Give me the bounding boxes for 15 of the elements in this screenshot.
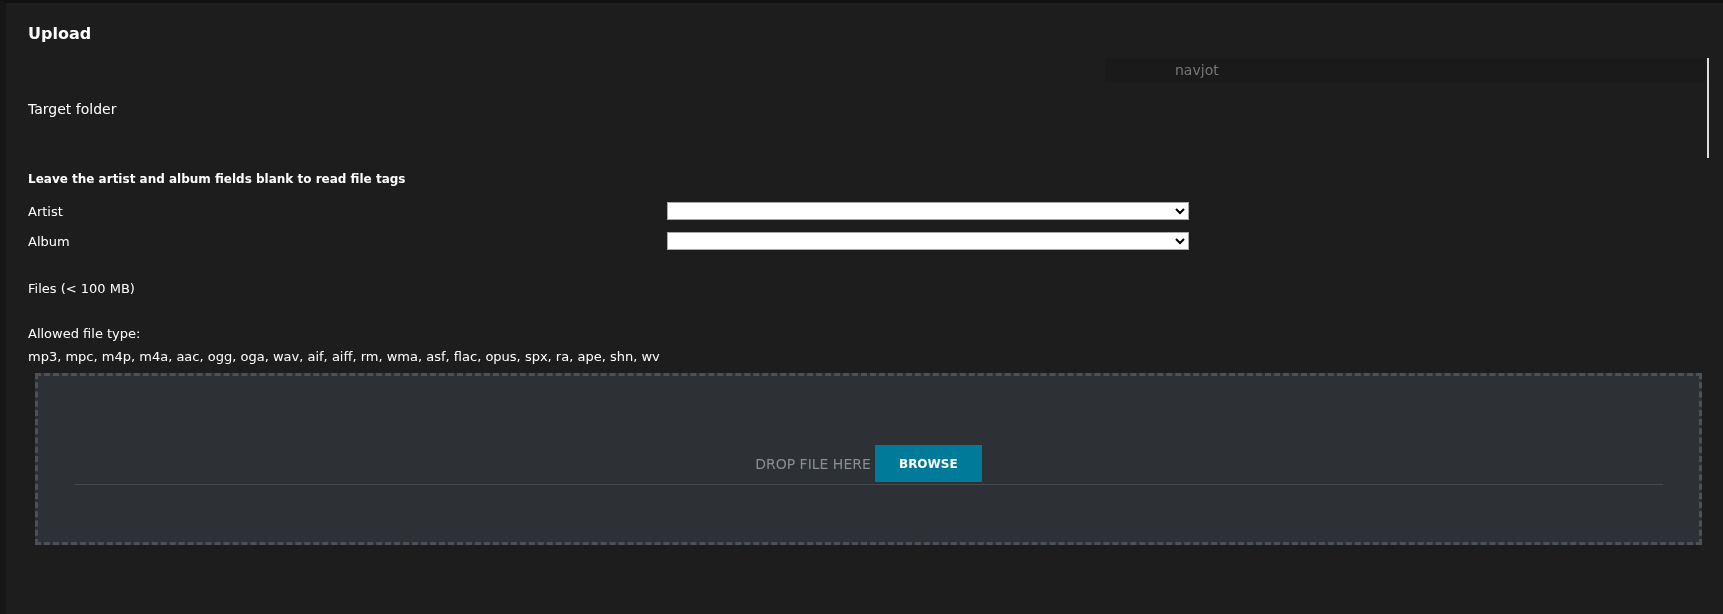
allowed-types-label: Allowed file type: (28, 325, 142, 343)
drop-zone[interactable]: DROP FILE HERE BROWSE (35, 373, 1702, 545)
target-folder-label: Target folder (28, 101, 117, 117)
dropdown-field[interactable] (667, 202, 1189, 220)
drop-zone-text: DROP FILE HERE (755, 455, 871, 472)
field-label: Artist (28, 203, 64, 219)
dropdown-field[interactable] (667, 232, 1189, 250)
chevron-down-icon (1175, 207, 1185, 215)
chevron-down-icon (1175, 237, 1185, 245)
field-label: Album (28, 233, 71, 249)
files-label: Files (< 100 MB) (28, 281, 135, 296)
browse-button[interactable]: BROWSE (874, 445, 982, 482)
instruction-note: Leave the artist and album fields blank to read file tags (28, 172, 406, 186)
allowed-types-list: mp3, mpc, m4p, m4a, aac, ogg, oga, wav, aif, aiff, rm, wma, asf, flac, opus, spx, ra, ape, shn, wv (28, 345, 1723, 368)
panel-title: Upload (28, 24, 92, 43)
